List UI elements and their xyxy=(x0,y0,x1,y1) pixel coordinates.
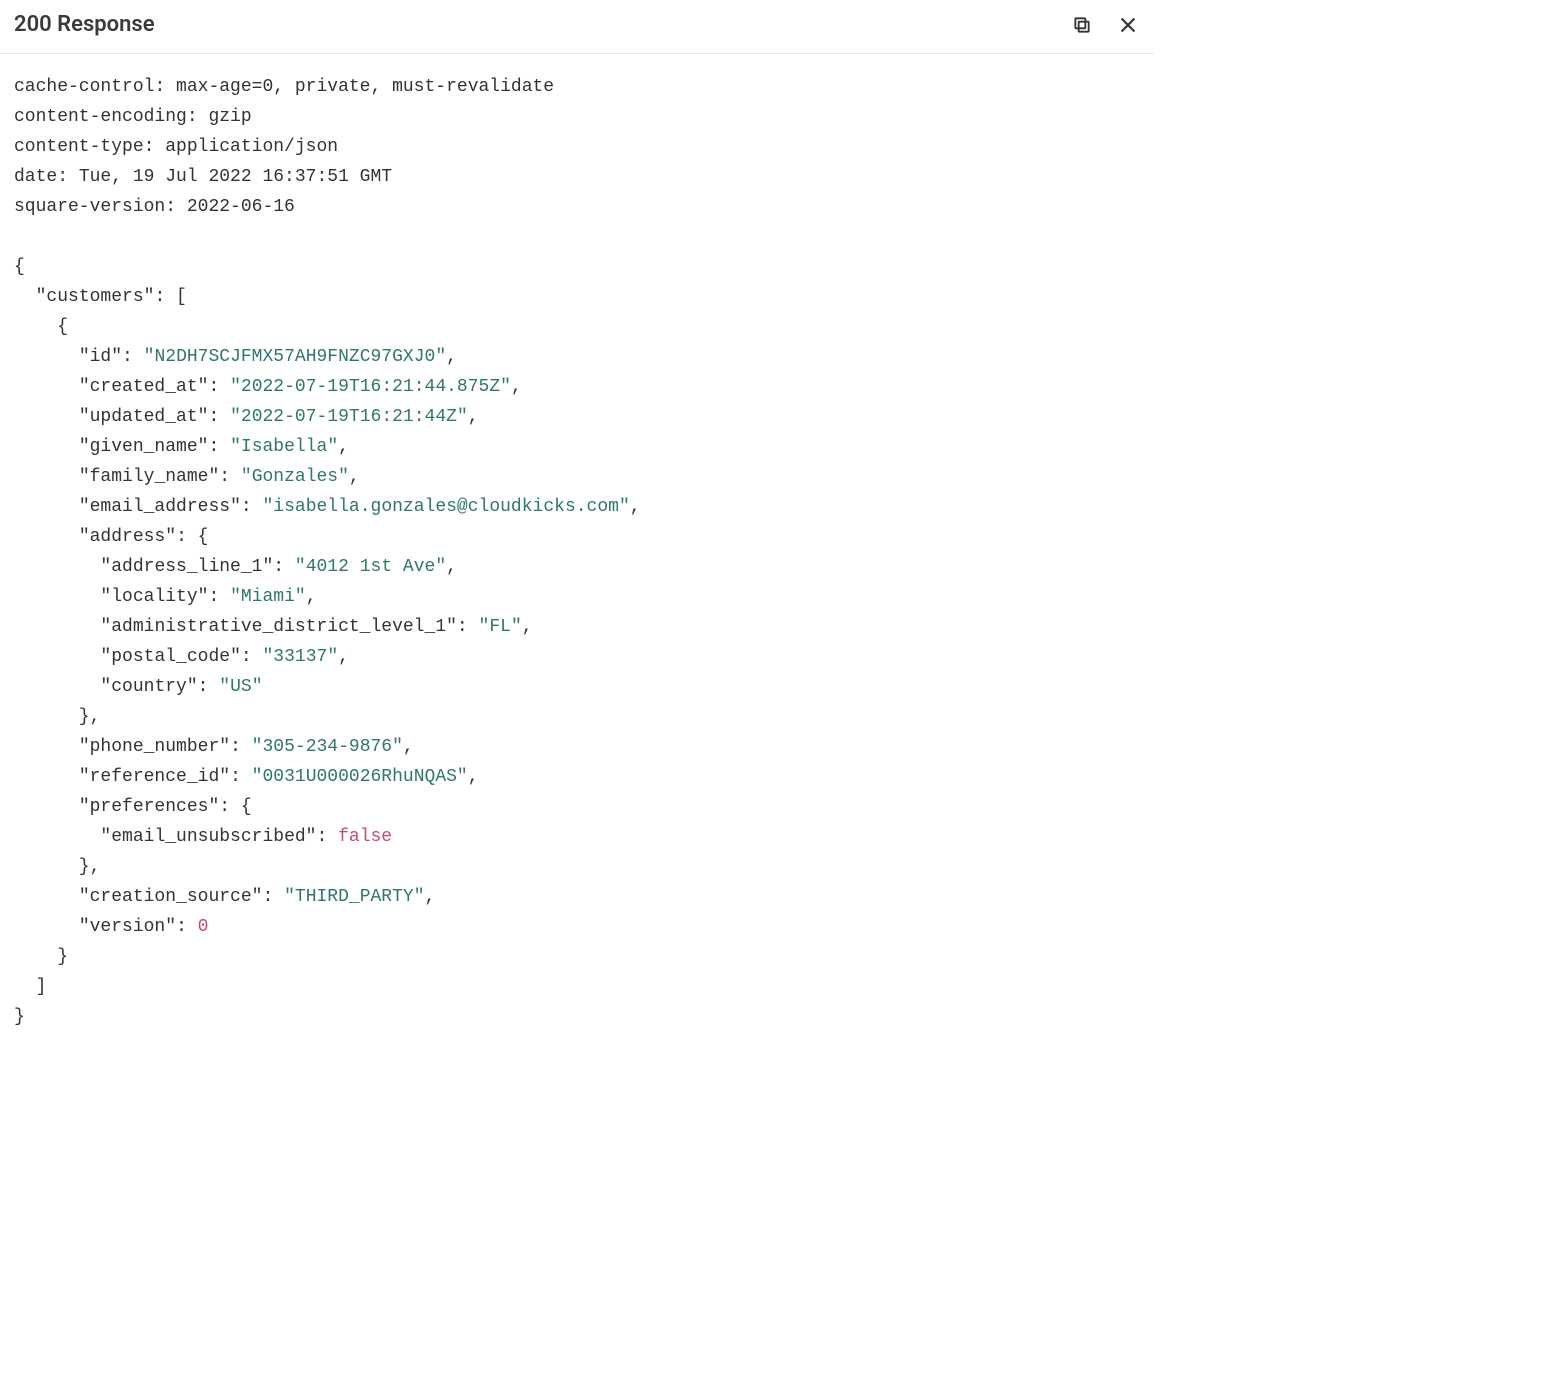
panel-body: cache-control: max-age=0, private, must-… xyxy=(0,54,1154,1052)
copy-icon[interactable] xyxy=(1070,13,1094,37)
header-line: date: Tue, 19 Jul 2022 16:37:51 GMT xyxy=(14,167,392,187)
response-code: cache-control: max-age=0, private, must-… xyxy=(14,72,1140,1032)
response-panel: 200 Response cache-control: max-age=0, p… xyxy=(0,0,1154,1052)
panel-actions xyxy=(1070,13,1140,37)
header-line: square-version: 2022-06-16 xyxy=(14,197,295,217)
header-line: content-encoding: gzip xyxy=(14,107,252,127)
panel-title: 200 Response xyxy=(14,12,155,37)
close-icon[interactable] xyxy=(1116,13,1140,37)
panel-header: 200 Response xyxy=(0,0,1154,54)
header-line: content-type: application/json xyxy=(14,137,338,157)
header-line: cache-control: max-age=0, private, must-… xyxy=(14,77,554,97)
